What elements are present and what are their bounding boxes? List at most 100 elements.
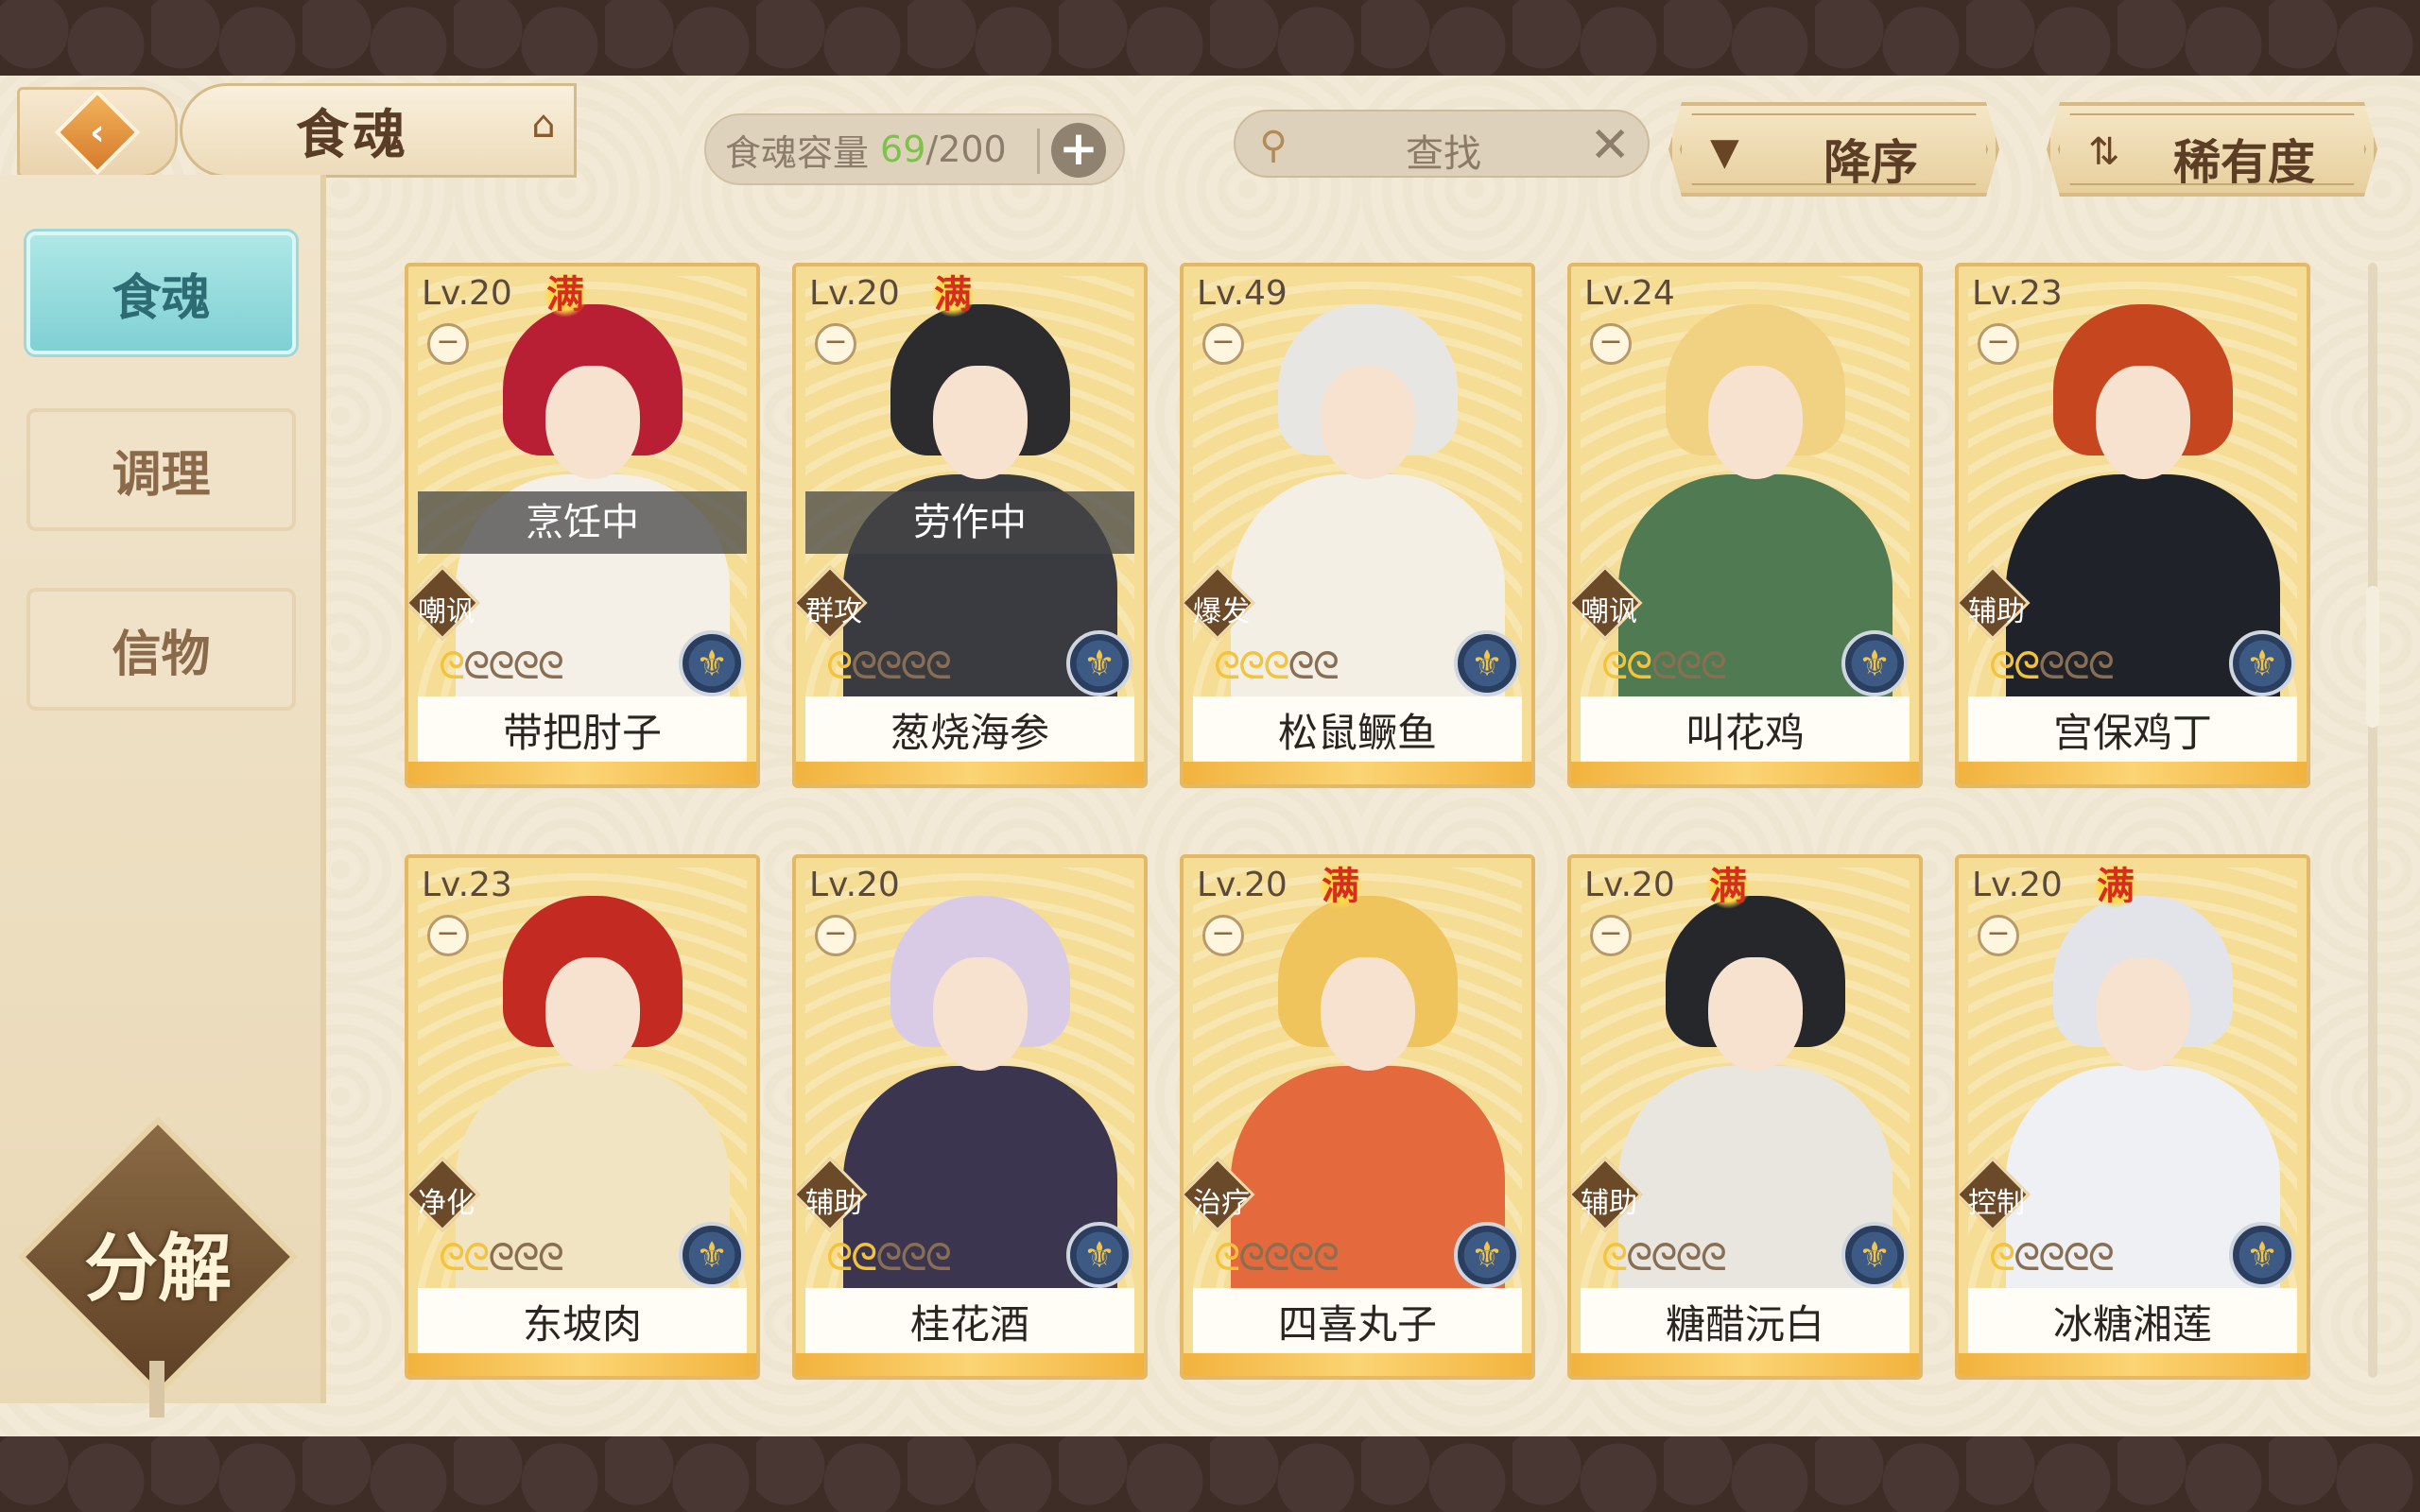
rarity-emblem-icon: ⚜ (1454, 1222, 1520, 1288)
star-icon: ᘓ (1263, 1236, 1289, 1280)
role-badge: 净化 (408, 1157, 480, 1232)
star-icon: ᘓ (1312, 1236, 1340, 1280)
page-title: 食魂 (296, 104, 409, 166)
role-badge: 控制 (1959, 1157, 2031, 1232)
portrait-face (545, 957, 640, 1071)
star-icon: ᘓ (875, 644, 902, 688)
card-level: Lv.23 (422, 866, 512, 904)
card-bottom-trim (408, 762, 756, 784)
star-icon: ᘓ (925, 1236, 952, 1280)
food-soul-card[interactable]: Lv.20 − 辅助 ᘓᘓᘓᘓᘓ ⚜ 桂花酒 (792, 854, 1148, 1380)
role-label: 辅助 (1581, 1187, 1637, 1220)
scrollbar-thumb[interactable] (2366, 586, 2379, 728)
card-level: Lv.20 (1197, 866, 1288, 904)
role-label: 净化 (418, 1187, 475, 1220)
equipment-slot-icon: − (1202, 323, 1244, 365)
scrollbar-track[interactable] (2368, 263, 2377, 1378)
card-bottom-trim (408, 1353, 756, 1376)
star-icon: ᘓ (512, 644, 540, 688)
star-icon: ᘓ (1288, 644, 1315, 688)
food-soul-card[interactable]: Lv.20 满 − 控制 ᘓᘓᘓᘓᘓ ⚜ 冰糖湘莲 (1955, 854, 2310, 1380)
food-soul-card[interactable]: Lv.20 满 − 治疗 ᘓᘓᘓᘓᘓ ⚜ 四喜丸子 (1180, 854, 1535, 1380)
card-bottom-trim (796, 1353, 1144, 1376)
card-level: Lv.20 (809, 274, 900, 313)
role-badge: 爆发 (1184, 565, 1255, 641)
expand-capacity-button[interactable]: + (1051, 123, 1106, 178)
star-icon: ᘓ (2063, 1236, 2090, 1280)
card-level: Lv.20 (1584, 866, 1675, 904)
star-icon: ᘓ (2014, 1236, 2040, 1280)
star-icon: ᘓ (537, 1236, 564, 1280)
clear-search-icon[interactable]: ✕ (1589, 117, 1631, 174)
back-arrow-icon: ‹ (54, 89, 141, 176)
star-icon: ᘓ (1214, 1236, 1240, 1280)
pavilion-icon[interactable]: ⌂ (510, 98, 577, 151)
food-soul-card[interactable]: Lv.23 − 辅助 ᘓᘓᘓᘓᘓ ⚜ 宫保鸡丁 (1955, 263, 2310, 788)
card-bottom-trim (1184, 762, 1531, 784)
food-soul-card[interactable]: Lv.23 − 净化 ᘓᘓᘓᘓᘓ ⚜ 东坡肉 (405, 854, 760, 1380)
star-icon: ᘓ (463, 644, 490, 688)
sort-field-label: 稀有度 (2173, 135, 2315, 190)
star-icon: ᘓ (1288, 1236, 1315, 1280)
role-label: 辅助 (805, 1187, 862, 1220)
star-icon: ᘓ (1626, 644, 1652, 688)
food-soul-card[interactable]: Lv.20 满 − 劳作中 群攻 ᘓᘓᘓᘓᘓ ⚜ 葱烧海参 (792, 263, 1148, 788)
card-level: Lv.20 (1972, 866, 2063, 904)
decompose-label[interactable]: 分解 (59, 1210, 257, 1315)
search-field[interactable]: ⚲ 查找 ✕ (1234, 110, 1650, 178)
star-rating: ᘓᘓᘓᘓᘓ (439, 644, 564, 688)
card-bottom-trim (1959, 762, 2307, 784)
role-label: 嘲讽 (418, 595, 475, 628)
star-rating: ᘓᘓᘓᘓᘓ (1989, 1236, 2115, 1280)
search-input[interactable]: 查找 (1406, 123, 1481, 178)
rarity-emblem-icon: ⚜ (1454, 630, 1520, 696)
card-name: 叫花鸡 (1581, 696, 1910, 763)
capacity-separator: / (925, 129, 939, 170)
portrait-face (2096, 957, 2190, 1071)
star-icon: ᘓ (1700, 1236, 1727, 1280)
star-icon: ᘓ (488, 644, 514, 688)
star-rating: ᘓᘓᘓᘓᘓ (1214, 644, 1340, 688)
portrait-face (1708, 366, 1803, 479)
food-soul-card[interactable]: Lv.49 − 爆发 ᘓᘓᘓᘓᘓ ⚜ 松鼠鳜鱼 (1180, 263, 1535, 788)
card-name: 糖醋沅白 (1581, 1288, 1910, 1354)
star-icon: ᘓ (875, 1236, 902, 1280)
sidebar-item-tokens[interactable]: 信物 (26, 588, 296, 711)
sidebar-item-condition[interactable]: 调理 (26, 408, 296, 531)
food-soul-card[interactable]: Lv.20 满 − 烹饪中 嘲讽 ᘓᘓᘓᘓᘓ ⚜ 带把肘子 (405, 263, 760, 788)
rarity-emblem-icon: ⚜ (679, 1222, 745, 1288)
max-badge: 满 (2089, 860, 2142, 913)
star-icon: ᘓ (826, 644, 853, 688)
card-name: 松鼠鳜鱼 (1193, 696, 1522, 763)
star-icon: ᘓ (2038, 644, 2065, 688)
rarity-emblem-icon: ⚜ (1841, 1222, 1908, 1288)
star-rating: ᘓᘓᘓᘓᘓ (1601, 1236, 1727, 1280)
equipment-slot-icon: − (1978, 915, 2019, 956)
food-soul-card[interactable]: Lv.20 满 − 辅助 ᘓᘓᘓᘓᘓ ⚜ 糖醋沅白 (1567, 854, 1923, 1380)
role-label: 爆发 (1193, 595, 1250, 628)
star-rating: ᘓᘓᘓᘓᘓ (826, 644, 952, 688)
portrait-face (1321, 366, 1415, 479)
sort-order-label: 降序 (1824, 135, 1918, 190)
equipment-slot-icon: − (1978, 323, 2019, 365)
sidebar-item-food-souls[interactable]: 食魂 (26, 232, 296, 354)
star-icon: ᘓ (1651, 644, 1677, 688)
rarity-emblem-icon: ⚜ (1841, 630, 1908, 696)
portrait-face (545, 366, 640, 479)
equipment-slot-icon: − (1590, 323, 1632, 365)
max-badge: 满 (539, 268, 592, 321)
search-icon: ⚲ (1259, 124, 1288, 167)
back-button[interactable]: ‹ (17, 87, 178, 178)
card-bottom-trim (1571, 1353, 1919, 1376)
sort-order-button[interactable]: ▼ 降序 (1668, 102, 1999, 197)
star-icon: ᘓ (900, 644, 927, 688)
sort-field-button[interactable]: ⇅ 稀有度 (2047, 102, 2377, 197)
card-name: 四喜丸子 (1193, 1288, 1522, 1354)
star-icon: ᘓ (439, 1236, 465, 1280)
food-soul-card[interactable]: Lv.24 − 嘲讽 ᘓᘓᘓᘓᘓ ⚜ 叫花鸡 (1567, 263, 1923, 788)
role-badge: 辅助 (796, 1157, 868, 1232)
equipment-slot-icon: − (815, 915, 856, 956)
portrait-face (2096, 366, 2190, 479)
star-icon: ᘓ (1700, 644, 1727, 688)
equipment-slot-icon: − (427, 323, 469, 365)
